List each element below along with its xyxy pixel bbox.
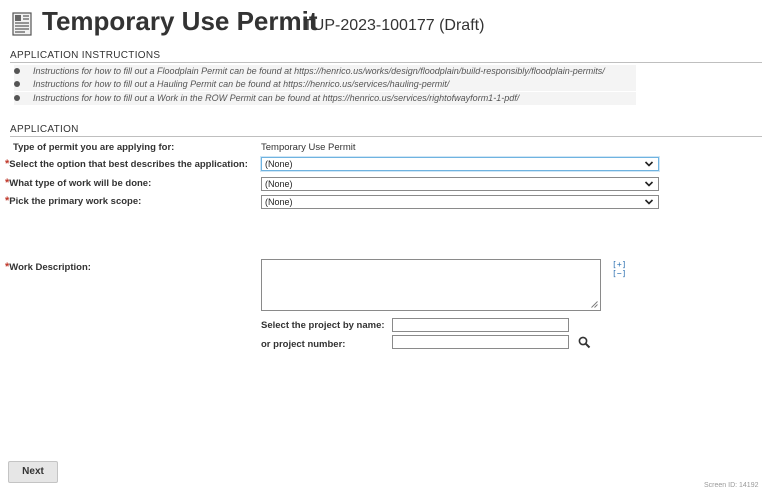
next-button[interactable]: Next [8, 461, 58, 483]
bullet-icon [14, 81, 20, 87]
section-divider [10, 136, 762, 137]
instruction-item: Instructions for how to fill out a Work … [14, 92, 636, 105]
bullet-icon [14, 68, 20, 74]
instruction-text: Instructions for how to fill out a Hauli… [33, 79, 450, 89]
work-type-select[interactable]: (None) [261, 177, 659, 191]
expand-collapse-toggle[interactable]: [+] [−] [612, 260, 626, 278]
project-name-label: Select the project by name: [261, 320, 385, 331]
resize-grip-icon[interactable] [591, 301, 598, 308]
instruction-text: Instructions for how to fill out a Flood… [33, 66, 605, 76]
project-number-label: or project number: [261, 339, 346, 350]
work-description-textarea[interactable] [261, 259, 601, 311]
instructions-section-title: APPLICATION INSTRUCTIONS [10, 50, 161, 61]
work-scope-label-text: Pick the primary work scope: [9, 196, 142, 207]
page-title: Temporary Use Permit [42, 6, 318, 36]
chevron-down-icon [644, 181, 654, 187]
project-name-input[interactable] [392, 318, 569, 332]
option-field-label: *Select the option that best describes t… [5, 158, 248, 170]
work-type-label-text: What type of work will be done: [9, 178, 152, 189]
screen-id: Screen ID: 14192 [704, 482, 759, 489]
work-scope-field-label: *Pick the primary work scope: [5, 195, 141, 207]
work-description-label-text: Work Description: [9, 262, 91, 273]
document-icon [12, 12, 32, 36]
permit-type-value: Temporary Use Permit [261, 142, 356, 153]
work-scope-select[interactable]: (None) [261, 195, 659, 209]
project-number-input[interactable] [392, 335, 569, 349]
work-description-field-label: *Work Description: [5, 261, 91, 273]
instruction-item: Instructions for how to fill out a Flood… [14, 65, 636, 78]
chevron-down-icon [644, 199, 654, 205]
record-id: TUP-2023-100177 (Draft) [303, 17, 485, 34]
search-icon[interactable] [578, 336, 591, 349]
select-value: (None) [265, 159, 293, 169]
instruction-text: Instructions for how to fill out a Work … [33, 93, 520, 103]
application-section-title: APPLICATION [10, 124, 79, 135]
chevron-down-icon [644, 161, 654, 167]
option-label-text: Select the option that best describes th… [9, 159, 248, 170]
select-value: (None) [265, 179, 293, 189]
work-type-field-label: *What type of work will be done: [5, 177, 151, 189]
section-divider [10, 62, 762, 63]
instruction-item: Instructions for how to fill out a Hauli… [14, 78, 636, 91]
application-option-select[interactable]: (None) [261, 157, 659, 171]
select-value: (None) [265, 197, 293, 207]
bullet-icon [14, 95, 20, 101]
permit-type-label: Type of permit you are applying for: [13, 142, 175, 153]
